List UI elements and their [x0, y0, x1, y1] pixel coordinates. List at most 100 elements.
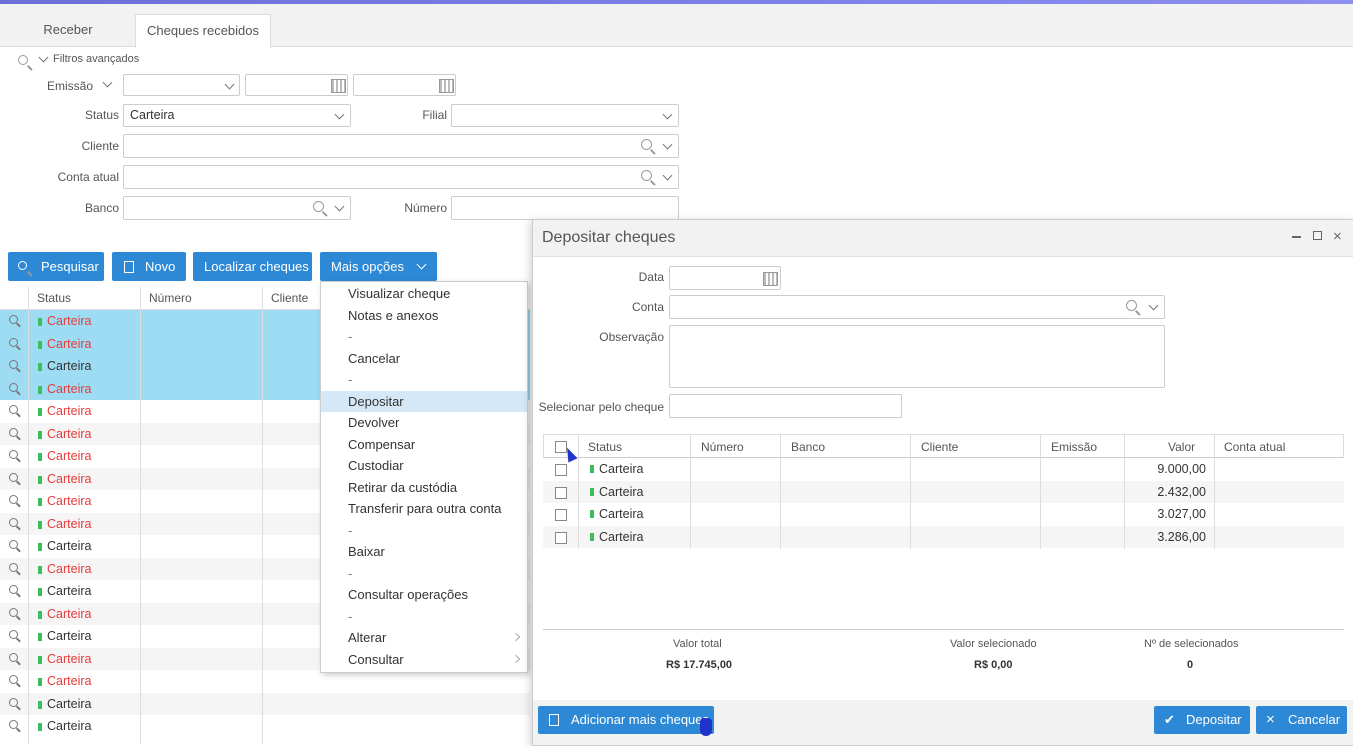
- data-field[interactable]: [669, 266, 781, 290]
- calendar-icon[interactable]: [331, 79, 346, 93]
- view-icon[interactable]: [9, 720, 18, 729]
- column-cliente[interactable]: Cliente: [271, 291, 308, 305]
- view-icon[interactable]: [9, 675, 18, 684]
- view-icon[interactable]: [9, 562, 18, 572]
- emissao-start-date[interactable]: [245, 74, 348, 96]
- status-indicator: [38, 475, 42, 484]
- view-icon[interactable]: [9, 472, 18, 482]
- cliente-field[interactable]: [123, 134, 679, 158]
- novo-button[interactable]: Novo: [112, 252, 186, 281]
- table-row[interactable]: Carteira 3.286,00: [543, 525, 1344, 548]
- row-status: Carteira: [47, 719, 92, 733]
- search-icon[interactable]: [641, 170, 652, 181]
- view-icon[interactable]: [9, 697, 18, 707]
- dialog-header: Depositar cheques ×: [533, 220, 1353, 257]
- view-icon[interactable]: [9, 607, 18, 617]
- selecionar-pelo-cheque-field[interactable]: [669, 394, 902, 418]
- mais-opcoes-button[interactable]: Mais opções: [320, 252, 437, 281]
- view-icon[interactable]: [9, 405, 18, 414]
- view-icon[interactable]: [9, 337, 18, 347]
- view-icon[interactable]: [9, 315, 18, 324]
- row-checkbox[interactable]: [555, 464, 567, 476]
- view-icon[interactable]: [9, 540, 18, 549]
- column-status[interactable]: Status: [588, 440, 622, 454]
- row-checkbox[interactable]: [555, 486, 567, 499]
- column-numero[interactable]: Número: [701, 440, 744, 454]
- numero-field[interactable]: [451, 196, 679, 220]
- view-icon[interactable]: [9, 652, 18, 662]
- close-icon[interactable]: ×: [1333, 228, 1342, 245]
- cancelar-button[interactable]: × Cancelar: [1256, 706, 1347, 734]
- table-row[interactable]: Carteira: [0, 715, 530, 738]
- chevron-down-icon[interactable]: [334, 201, 345, 212]
- observacao-textarea[interactable]: [669, 325, 1165, 388]
- search-icon[interactable]: [641, 139, 652, 150]
- menu-item[interactable]: Baixar: [321, 541, 527, 562]
- search-icon[interactable]: [1126, 300, 1137, 311]
- banco-label: Banco: [84, 201, 119, 215]
- table-row[interactable]: Carteira: [0, 692, 530, 715]
- emissao-chevron-icon[interactable]: [102, 77, 113, 88]
- table-row[interactable]: Carteira 9.000,00: [543, 458, 1344, 481]
- status-indicator: [38, 588, 42, 596]
- conta-atual-field[interactable]: [123, 165, 679, 189]
- menu-item[interactable]: Compensar: [321, 434, 527, 455]
- menu-item[interactable]: Notas e anexos: [321, 305, 527, 326]
- column-cliente[interactable]: Cliente: [921, 440, 958, 454]
- menu-item[interactable]: Devolver: [321, 412, 527, 433]
- chevron-down-icon[interactable]: [662, 139, 673, 150]
- menu-item[interactable]: Alterar: [321, 627, 527, 648]
- column-banco[interactable]: Banco: [791, 440, 825, 454]
- column-numero[interactable]: Número: [149, 291, 192, 305]
- view-icon[interactable]: [9, 517, 18, 527]
- filters-title[interactable]: Filtros avançados: [53, 53, 139, 65]
- emissao-type-select[interactable]: [123, 74, 240, 96]
- pesquisar-button[interactable]: Pesquisar: [8, 252, 104, 281]
- menu-item[interactable]: Consultar operações: [321, 584, 527, 605]
- tab-receber[interactable]: Receber: [18, 14, 118, 46]
- status-select[interactable]: Carteira: [123, 104, 351, 127]
- emissao-end-date[interactable]: [353, 74, 456, 96]
- tab-cheques-recebidos[interactable]: Cheques recebidos: [135, 14, 271, 48]
- menu-item[interactable]: Depositar: [321, 390, 527, 412]
- banco-field[interactable]: [123, 196, 351, 220]
- row-checkbox[interactable]: [555, 509, 567, 521]
- status-indicator: [38, 363, 42, 371]
- menu-item[interactable]: Retirar da custódia: [321, 477, 527, 498]
- chevron-down-icon[interactable]: [1148, 300, 1159, 311]
- menu-item[interactable]: Visualizar cheque: [321, 283, 527, 304]
- row-checkbox[interactable]: [555, 531, 567, 544]
- view-icon[interactable]: [9, 450, 18, 459]
- view-icon[interactable]: [9, 630, 18, 639]
- menu-item[interactable]: Custodiar: [321, 455, 527, 476]
- table-row[interactable]: Carteira 2.432,00: [543, 480, 1344, 503]
- num-selecionados-label: Nº de selecionados: [1144, 638, 1239, 650]
- calendar-icon[interactable]: [439, 79, 454, 93]
- table-row[interactable]: Carteira: [0, 670, 530, 693]
- column-emissao[interactable]: Emissão: [1051, 440, 1097, 454]
- view-icon[interactable]: [9, 427, 18, 437]
- minimize-icon[interactable]: [1292, 236, 1301, 238]
- chevron-down-icon[interactable]: [38, 52, 49, 63]
- chevron-down-icon[interactable]: [662, 170, 673, 181]
- calendar-icon[interactable]: [763, 272, 778, 286]
- view-icon[interactable]: [9, 382, 18, 392]
- view-icon[interactable]: [9, 585, 18, 594]
- depositar-button[interactable]: ✔ Depositar: [1154, 706, 1250, 734]
- adicionar-mais-cheques-button[interactable]: Adicionar mais cheques: [538, 706, 714, 734]
- localizar-cheques-button[interactable]: Localizar cheques: [193, 252, 312, 281]
- column-status[interactable]: Status: [37, 291, 71, 305]
- menu-item[interactable]: Transferir para outra conta: [321, 498, 527, 519]
- maximize-icon[interactable]: [1313, 231, 1322, 240]
- table-row[interactable]: Carteira 3.027,00: [543, 503, 1344, 526]
- menu-item[interactable]: Cancelar: [321, 348, 527, 369]
- conta-field[interactable]: [669, 295, 1165, 319]
- view-icon[interactable]: [9, 360, 18, 369]
- filial-select[interactable]: [451, 104, 679, 127]
- search-icon[interactable]: [313, 201, 324, 212]
- column-conta-atual[interactable]: Conta atual: [1224, 440, 1285, 454]
- column-valor[interactable]: Valor: [1168, 440, 1195, 454]
- view-icon[interactable]: [9, 495, 18, 504]
- menu-separator: -: [321, 606, 527, 627]
- menu-item[interactable]: Consultar: [321, 649, 527, 670]
